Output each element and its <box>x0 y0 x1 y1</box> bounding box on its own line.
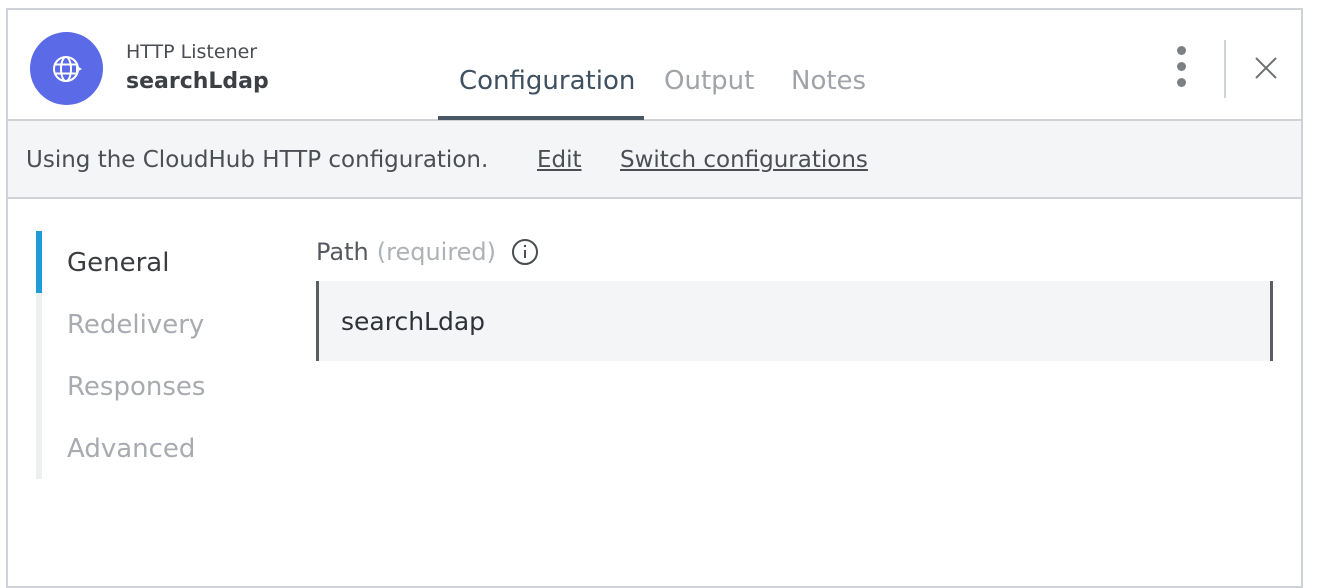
header-divider <box>1224 40 1226 98</box>
active-tab-indicator <box>438 116 644 120</box>
info-icon[interactable] <box>510 237 540 267</box>
path-field-label: Path (required) <box>316 237 540 267</box>
panel-header: HTTP Listener searchLdap Configuration O… <box>8 10 1301 121</box>
configuration-status-text: Using the CloudHub HTTP configuration. <box>26 147 489 173</box>
section-nav-general[interactable]: General <box>67 248 169 278</box>
kebab-menu-icon[interactable] <box>1171 44 1191 90</box>
http-listener-panel: HTTP Listener searchLdap Configuration O… <box>6 8 1303 588</box>
path-label-text: Path <box>316 238 369 266</box>
tab-configuration[interactable]: Configuration <box>459 66 635 96</box>
path-input[interactable] <box>316 281 1273 361</box>
section-nav: General Redelivery Responses Advanced <box>36 231 276 479</box>
component-avatar <box>30 32 103 105</box>
configuration-bar: Using the CloudHub HTTP configuration. E… <box>8 121 1301 199</box>
component-type: HTTP Listener <box>126 41 258 63</box>
tab-notes[interactable]: Notes <box>791 66 866 96</box>
component-name: searchLdap <box>126 69 269 94</box>
required-hint: (required) <box>376 238 497 266</box>
tab-output[interactable]: Output <box>664 66 754 96</box>
switch-configurations-link[interactable]: Switch configurations <box>620 147 868 173</box>
edit-config-link[interactable]: Edit <box>537 147 582 173</box>
globe-icon <box>52 55 82 82</box>
section-nav-active-indicator <box>36 231 42 293</box>
close-icon[interactable] <box>1252 54 1280 82</box>
section-nav-advanced[interactable]: Advanced <box>67 434 195 464</box>
section-nav-responses[interactable]: Responses <box>67 372 205 402</box>
section-nav-redelivery[interactable]: Redelivery <box>67 310 204 340</box>
